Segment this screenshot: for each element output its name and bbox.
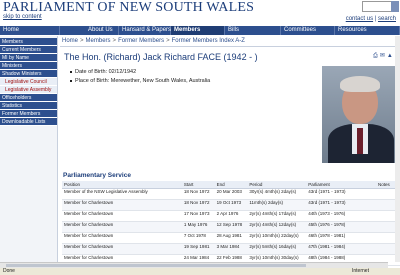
cell-start: 1 May 1976	[181, 221, 215, 233]
bullet-icon	[70, 79, 72, 82]
page-title: The Hon. (Richard) Jack Richard FACE (19…	[64, 52, 258, 62]
member-details: Date of Birth: 02/12/1942 Place of Birth…	[70, 68, 210, 86]
scroll-thumb[interactable]	[6, 264, 306, 267]
column-header-period: Period	[247, 181, 307, 189]
cell-position: Member for Charlestown	[62, 232, 182, 244]
nav-members[interactable]: Members	[171, 26, 225, 35]
cell-period: 2yr(s) 4mth(s) 17day(s)	[247, 210, 307, 222]
cell-start: 17 Nov 1973	[181, 210, 215, 222]
column-header-parliament: Parliament	[306, 181, 376, 189]
nav-resources[interactable]: Resources	[335, 26, 400, 35]
cell-start: 18 Nov 1972	[181, 188, 215, 200]
skip-to-content-link[interactable]: skip to content	[3, 14, 42, 20]
cell-position: Member for Charlestown	[62, 199, 182, 211]
cell-period: 2yr(s) 10mth(s) 22day(s)	[247, 232, 307, 244]
section-title: Parliamentary Service	[63, 172, 131, 179]
cell-parliament[interactable]: 45th (1976 - 1978)	[306, 221, 376, 233]
email-icon[interactable]: ✉	[380, 53, 385, 59]
cell-end: 28 Aug 1981	[214, 232, 248, 244]
sidebar-item-legislative-assembly[interactable]: Legislative Assembly	[0, 86, 57, 94]
cell-start: 19 Sep 1981	[181, 243, 215, 255]
table-row: Member for Charlestown 19 Sep 1981 3 Mar…	[62, 243, 400, 255]
sidebar-item-statistics[interactable]: Statistics	[0, 102, 57, 110]
cell-parliament[interactable]: 46th (1978 - 1981)	[306, 232, 376, 244]
cell-start: 18 Nov 1972	[181, 199, 215, 211]
text-size-icon[interactable]: ▲	[387, 53, 393, 59]
cell-position: Member of the NSW Legislative Assembly	[62, 188, 182, 200]
divider	[60, 46, 400, 47]
table-row: Member for Charlestown 7 Oct 1978 28 Aug…	[62, 232, 400, 244]
breadcrumb-former-members[interactable]: Former Members	[118, 38, 164, 44]
breadcrumb-index[interactable]: Former Members Index A-Z	[172, 38, 245, 44]
search-input[interactable]	[362, 1, 392, 12]
cell-end: 2 Apr 1976	[214, 210, 248, 222]
sidebar-item-downloadable-lists[interactable]: Downloadable Lists	[0, 118, 57, 126]
cell-end: 3 Mar 1984	[214, 243, 248, 255]
breadcrumb: Home > Members > Former Members > Former Membe…	[62, 38, 245, 44]
print-icon[interactable]: ⎙	[373, 53, 378, 59]
breadcrumb-home[interactable]: Home	[62, 38, 78, 44]
sidebar: Members Current Members MI by Name Minis…	[0, 36, 58, 266]
cell-parliament[interactable]: 47th (1981 - 1984)	[306, 243, 376, 255]
sidebar-item-shadow-ministers[interactable]: Shadow Ministers	[0, 70, 57, 78]
nav-bills[interactable]: Bills	[225, 26, 281, 35]
site-header: PARLIAMENT OF NEW SOUTH WALES skip to co…	[0, 0, 400, 24]
column-header-start: Start	[181, 181, 215, 189]
cell-period: 11mth(s) 2day(s)	[247, 199, 307, 211]
bullet-icon	[70, 70, 72, 73]
table-row: Member for Charlestown 17 Nov 1973 2 Apr…	[62, 210, 400, 222]
vertical-scrollbar[interactable]	[395, 36, 400, 262]
sidebar-item-former-members[interactable]: Former Members	[0, 110, 57, 118]
cell-end: 20 Mar 2003	[214, 188, 248, 200]
cell-position: Member for Charlestown	[62, 221, 182, 233]
photo-tie	[357, 128, 363, 154]
cell-position: Member for Charlestown	[62, 243, 182, 255]
contact-us-link[interactable]: contact us	[346, 16, 373, 22]
table-row: Member of the NSW Legislative Assembly 1…	[62, 188, 400, 200]
nav-committees[interactable]: Committees	[281, 26, 335, 35]
cell-end: 19 Oct 1973	[214, 199, 248, 211]
status-text: Done	[3, 268, 15, 274]
search-go-button[interactable]	[391, 1, 399, 12]
table-row: Member for Charlestown 18 Nov 1972 19 Oc…	[62, 199, 400, 211]
zone-indicator: Internet	[352, 268, 369, 274]
search-link[interactable]: search	[378, 16, 396, 22]
member-photo	[322, 66, 399, 163]
nav-home[interactable]: Home	[0, 26, 60, 35]
sidebar-item-current-members[interactable]: Current Members	[0, 46, 57, 54]
place-of-birth: Place of Birth: Merewether, New South Wa…	[70, 77, 210, 86]
page-utilities: ⎙ ✉ ▲	[371, 52, 393, 60]
sidebar-item-ministers[interactable]: Ministers	[0, 62, 57, 70]
top-links: contact us | search	[345, 16, 396, 22]
sidebar-item-members[interactable]: Members	[0, 38, 57, 46]
nav-hansard-papers[interactable]: Hansard & Papers	[119, 26, 171, 35]
table-header-row: Position Start End Period Parliament Not…	[62, 181, 400, 189]
cell-position: Member for Charlestown	[62, 210, 182, 222]
cell-parliament[interactable]: 44th (1973 - 1976)	[306, 210, 376, 222]
column-header-end: End	[214, 181, 248, 189]
table-row: Member for Charlestown 1 May 1976 12 Sep…	[62, 221, 400, 233]
cell-parliament[interactable]: 43rd (1971 - 1973)	[306, 199, 376, 211]
cell-end: 12 Sep 1978	[214, 221, 248, 233]
breadcrumb-members[interactable]: Members	[86, 38, 111, 44]
column-header-position: Position	[62, 181, 182, 189]
date-of-birth: Date of Birth: 02/12/1942	[70, 68, 210, 77]
nav-about-us[interactable]: About Us	[85, 26, 119, 35]
sidebar-item-mi-by-name[interactable]: MI by Name	[0, 54, 57, 62]
cell-period: 2yr(s) 4mth(s) 12day(s)	[247, 221, 307, 233]
cell-start: 7 Oct 1978	[181, 232, 215, 244]
photo-hair	[340, 76, 380, 92]
sidebar-item-officeholders[interactable]: Officeholders	[0, 94, 57, 102]
cell-period: 30yr(s) 4mth(s) 2day(s)	[247, 188, 307, 200]
status-bar: Done Internet	[0, 268, 400, 275]
sidebar-item-legislative-council[interactable]: Legislative Council	[0, 78, 57, 86]
cell-period: 2yr(s) 5mth(s) 16day(s)	[247, 243, 307, 255]
cell-parliament[interactable]: 43rd (1971 - 1973)	[306, 188, 376, 200]
service-table: Position Start End Period Parliament Not…	[62, 181, 400, 266]
main-nav: Home About Us Hansard & Papers Members B…	[0, 26, 400, 35]
